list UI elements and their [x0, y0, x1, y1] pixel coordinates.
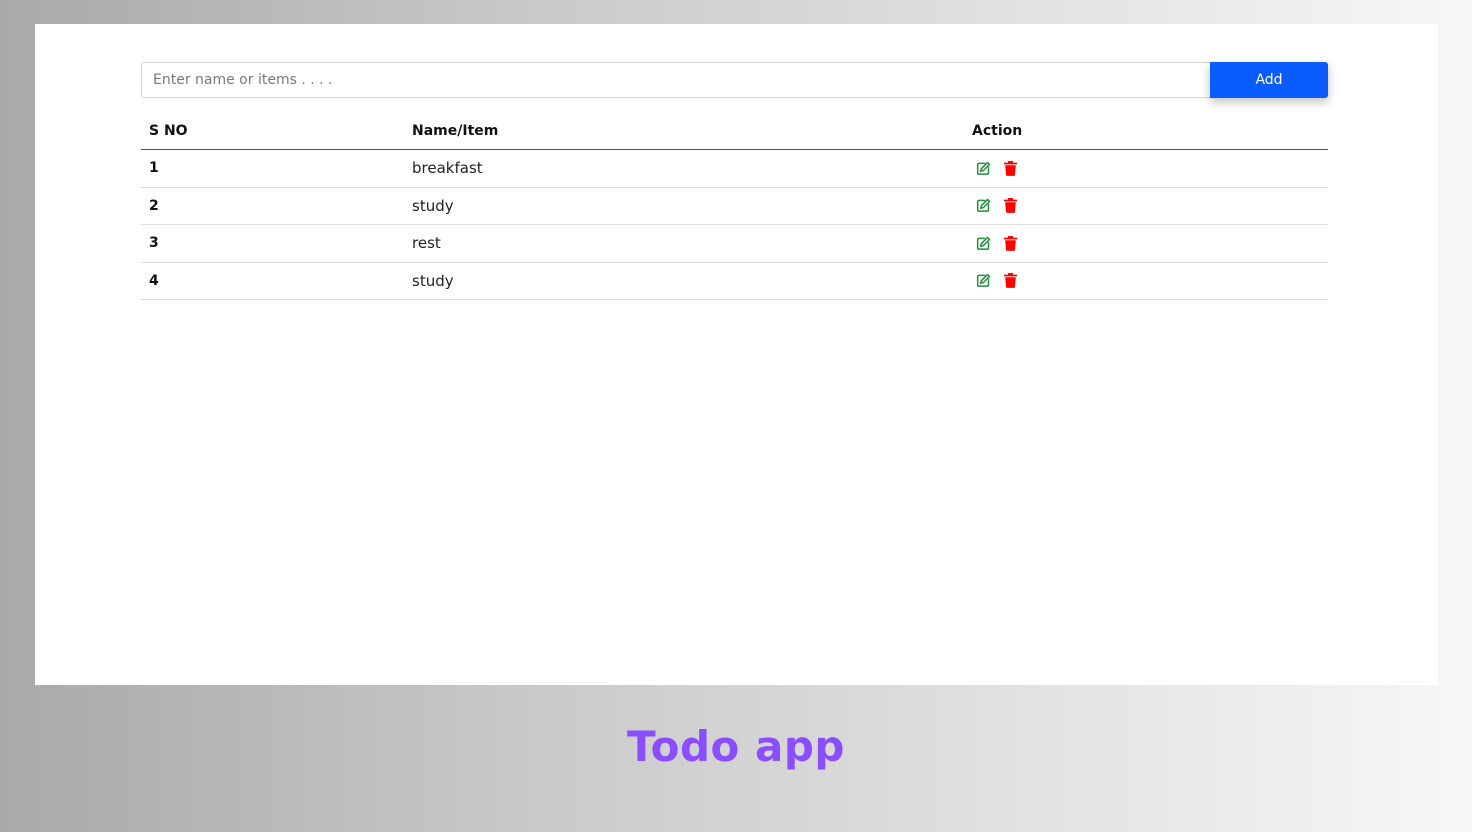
trash-icon[interactable] — [1003, 160, 1018, 176]
row-actions — [972, 160, 1328, 176]
table-header: S NO Name/Item Action — [141, 112, 1328, 150]
row-sno: 1 — [149, 160, 159, 177]
row-sno: 2 — [149, 197, 159, 214]
header-name: Name/Item — [412, 122, 499, 139]
row-actions — [972, 235, 1328, 251]
app-window: Add S NO Name/Item Action 1 breakfast — [35, 24, 1438, 685]
row-actions — [972, 198, 1328, 214]
row-name: study — [412, 196, 454, 215]
table-row: 2 study — [141, 188, 1328, 225]
app-title: Todo app — [627, 722, 845, 771]
edit-icon[interactable] — [976, 198, 991, 214]
row-actions — [972, 273, 1328, 289]
row-name: breakfast — [412, 159, 483, 178]
row-sno: 3 — [149, 235, 159, 252]
trash-icon[interactable] — [1003, 235, 1018, 251]
add-todo-form: Add — [141, 62, 1328, 98]
add-button[interactable]: Add — [1210, 62, 1328, 98]
todo-input[interactable] — [141, 62, 1210, 98]
table-row: 3 rest — [141, 225, 1328, 263]
edit-icon[interactable] — [976, 160, 991, 176]
edit-icon[interactable] — [976, 235, 991, 251]
trash-icon[interactable] — [1003, 273, 1018, 289]
header-action: Action — [972, 122, 1023, 139]
edit-icon[interactable] — [976, 273, 991, 289]
header-sno: S NO — [149, 122, 188, 139]
todo-table: S NO Name/Item Action 1 breakfast 2 stud… — [141, 112, 1328, 300]
trash-icon[interactable] — [1003, 198, 1018, 214]
table-row: 1 breakfast — [141, 150, 1328, 188]
row-name: study — [412, 271, 454, 290]
row-name: rest — [412, 234, 441, 253]
table-row: 4 study — [141, 263, 1328, 300]
row-sno: 4 — [149, 272, 159, 289]
